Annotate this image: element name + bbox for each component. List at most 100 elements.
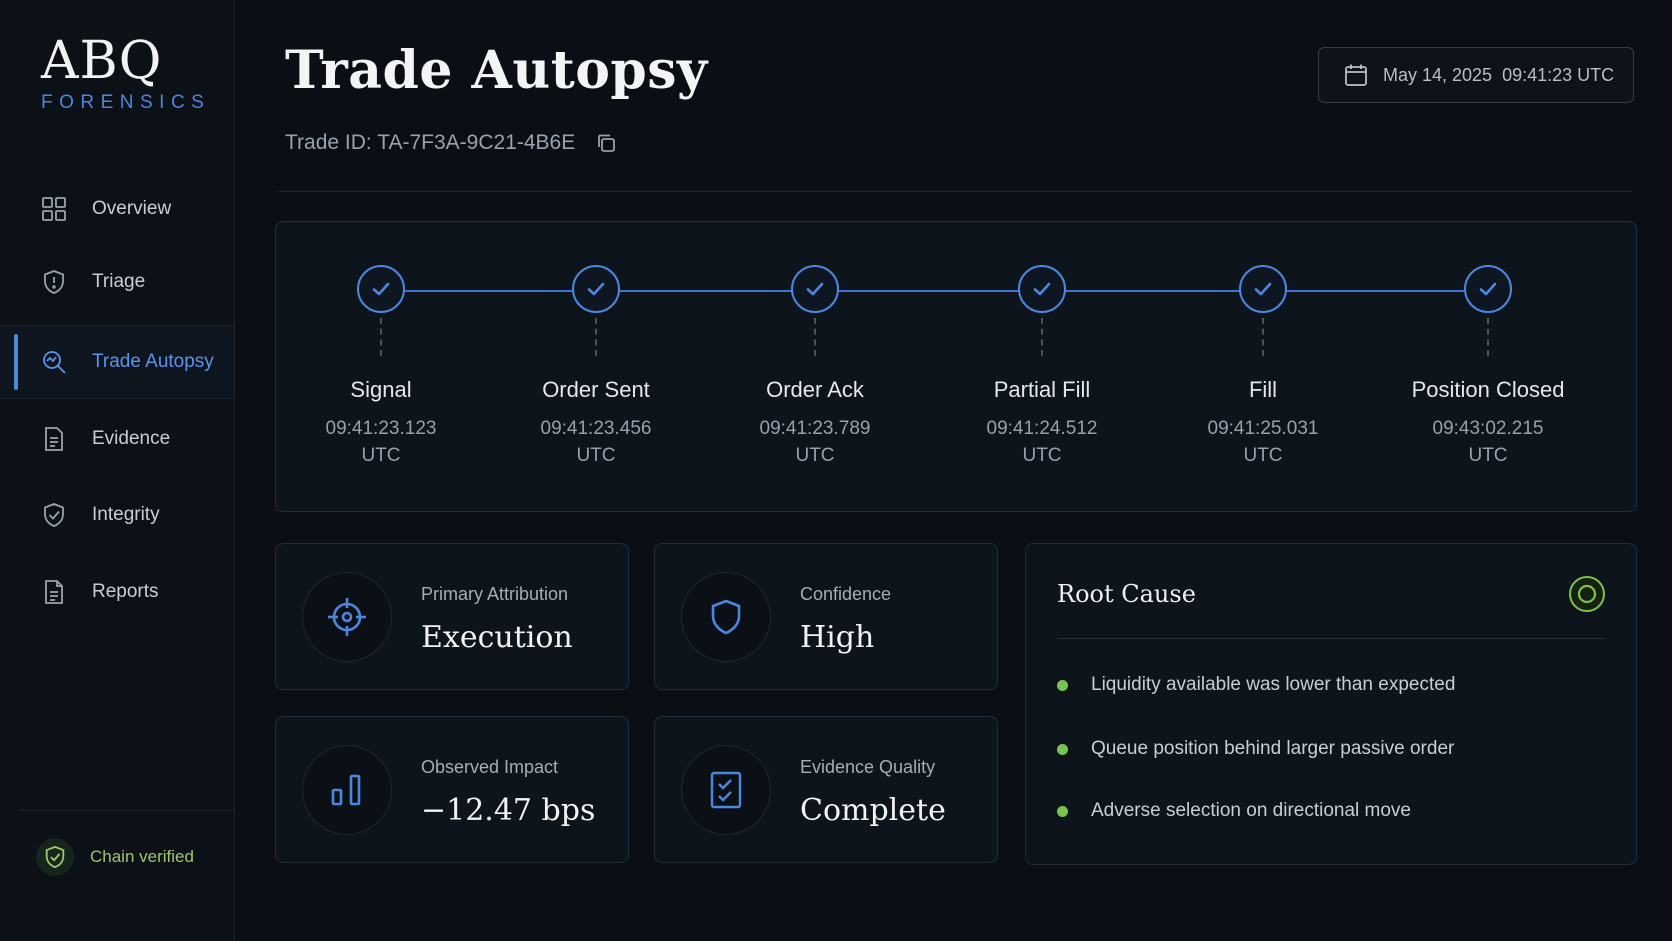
timeline-node [1464,265,1512,313]
sidebar: ABQ FORENSICS Overview Triage Trade Auto… [0,0,235,941]
timeline-step-timezone: UTC [576,445,616,466]
grid-icon [42,197,66,221]
timeline-dash [1041,318,1043,356]
timeline-step-timestamp: 09:41:23.123 [325,418,437,439]
header-divider [278,191,1632,192]
sidebar-item-evidence[interactable]: Evidence [0,402,234,476]
sidebar-item-label: Reports [92,581,159,602]
timeline-step-name: Fill [1248,377,1278,402]
sidebar-divider [20,810,234,811]
timeline-step-name: Partial Fill [993,377,1091,402]
timeline-step-time: 09:43:02.215 UTC [1378,415,1598,469]
crosshair-icon [328,598,366,636]
observed-impact-card[interactable]: Observed Impact −12.47 bps [275,716,629,863]
bullet-dot [1057,805,1068,817]
timeline-node [357,265,405,313]
timeline-step[interactable]: Signal 09:41:23.123 UTC [271,222,491,513]
trade-id: Trade ID: TA-7F3A-9C21-4B6E [285,131,617,155]
calendar-icon [1345,64,1367,86]
timeline-dash [1262,318,1264,356]
root-cause-divider [1057,638,1606,639]
report-icon [45,580,63,604]
sidebar-item-reports[interactable]: Reports [0,555,234,629]
target-icon[interactable] [1568,575,1606,613]
timeline-node [791,265,839,313]
timeline-step-name: Position Closed [1411,377,1565,402]
sidebar-item-triage[interactable]: Triage [0,245,234,319]
sidebar-item-label: Evidence [92,428,171,449]
timeline-node [1018,265,1066,313]
check-icon [372,282,390,296]
timeline-step[interactable]: Partial Fill 09:41:24.512 UTC [932,222,1152,513]
timeline-step[interactable]: Order Ack 09:41:23.789 UTC [705,222,925,513]
timeline-step-name: Order Ack [766,377,864,402]
shield-check-icon [45,845,65,869]
shield-icon [711,599,741,635]
chain-verified-label: Chain verified [90,847,194,866]
date-time-text: May 14, 2025 09:41:23 UTC [1383,64,1615,85]
root-cause-panel: Root Cause Liquidity available was lower… [1025,543,1637,865]
root-cause-item: Liquidity available was lower than expec… [1057,674,1455,696]
card-value: High [800,620,875,655]
document-icon [45,427,63,451]
timeline-step-timezone: UTC [1468,445,1508,466]
card-icon-badge [681,572,771,662]
timeline-step-time: 09:41:23.123 UTC [271,415,491,469]
sidebar-item-label: Triage [92,271,146,292]
timeline-dash [595,318,597,356]
timeline-node [1239,265,1287,313]
root-cause-item: Queue position behind larger passive ord… [1057,738,1454,760]
timeline-dash [380,318,382,356]
card-icon-badge [302,572,392,662]
bullet-dot [1057,679,1068,691]
chain-verified-status[interactable]: Chain verified [36,838,194,876]
root-cause-text: Queue position behind larger passive ord… [1091,738,1455,759]
confidence-card[interactable]: Confidence High [654,543,998,690]
timeline-node [572,265,620,313]
timeline-step-timestamp: 09:41:25.031 [1207,418,1319,439]
sidebar-item-label: Integrity [92,504,160,525]
card-icon-badge [302,745,392,835]
brand-name: ABQ [41,31,163,91]
card-value: Execution [421,620,573,655]
timeline-dash [814,318,816,356]
sidebar-item-label: Overview [92,198,172,219]
sidebar-item-trade-autopsy[interactable]: Trade Autopsy [0,325,234,399]
timeline-step[interactable]: Order Sent 09:41:23.456 UTC [486,222,706,513]
timeline-step-timezone: UTC [361,445,401,466]
timeline-step-time: 09:41:23.456 UTC [486,415,706,469]
sidebar-item-overview[interactable]: Overview [0,172,234,246]
check-icon [1479,282,1497,296]
timeline-step-timestamp: 09:41:24.512 [986,418,1098,439]
timeline-step-name: Signal [350,377,412,402]
date-picker[interactable]: May 14, 2025 09:41:23 UTC [1318,47,1634,103]
timeline-step-timestamp: 09:43:02.215 [1432,418,1544,439]
timeline-step[interactable]: Fill 09:41:25.031 UTC [1153,222,1373,513]
sidebar-item-integrity[interactable]: Integrity [0,478,234,552]
card-icon-badge [681,745,771,835]
trade-id-text: Trade ID: TA-7F3A-9C21-4B6E [285,131,576,154]
card-label: Evidence Quality [800,757,936,777]
magnify-analyze-icon [43,351,66,374]
check-icon [1254,282,1272,296]
checklist-icon [710,771,742,809]
timeline-step[interactable]: Position Closed 09:43:02.215 UTC [1378,222,1598,513]
primary-attribution-card[interactable]: Primary Attribution Execution [275,543,629,690]
check-icon [587,282,605,296]
root-cause-text: Liquidity available was lower than expec… [1091,674,1456,695]
root-cause-text: Adverse selection on directional move [1091,800,1412,821]
page-title: Trade Autopsy [285,40,708,101]
root-cause-item: Adverse selection on directional move [1057,800,1411,822]
shield-alert-icon [44,270,64,294]
timeline-step-time: 09:41:25.031 UTC [1153,415,1373,469]
brand-logo[interactable]: ABQ FORENSICS [41,32,210,114]
timeline-step-name: Order Sent [542,377,650,402]
timeline-step-timezone: UTC [1022,445,1062,466]
timeline-dash [1487,318,1489,356]
copy-icon[interactable] [595,132,617,154]
card-label: Observed Impact [421,757,559,777]
trade-timeline: Signal 09:41:23.123 UTC Order Sent 09:41:23.… [275,221,1637,512]
timeline-step-timezone: UTC [795,445,835,466]
card-label: Confidence [800,584,892,604]
evidence-quality-card[interactable]: Evidence Quality Complete [654,716,998,863]
